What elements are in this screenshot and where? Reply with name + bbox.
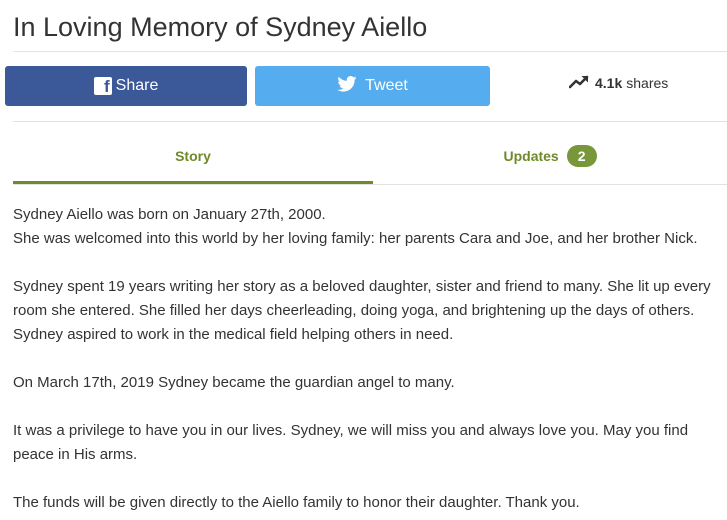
share-count: 4.1k shares [568, 72, 669, 94]
updates-count-badge: 2 [566, 145, 597, 167]
facebook-icon: f [93, 77, 112, 96]
tab-updates-label: Updates [503, 148, 559, 164]
trending-up-icon [568, 75, 589, 92]
facebook-share-button[interactable]: f Share [5, 66, 247, 106]
share-count-value: 4.1k [595, 75, 623, 91]
tab-story-label: Story [175, 148, 211, 164]
story-paragraph: It was a privilege to have you in our li… [13, 422, 689, 463]
story-paragraph: On March 17th, 2019 Sydney became the gu… [13, 374, 455, 391]
story-content: Sydney Aiello was born on January 27th, … [13, 203, 727, 520]
tabs-divider [13, 184, 727, 185]
divider [13, 51, 727, 52]
twitter-tweet-label: Tweet [365, 77, 408, 94]
story-paragraph: Sydney Aiello was born on January 27th, … [13, 206, 698, 247]
twitter-tweet-button[interactable]: Tweet [255, 66, 490, 106]
share-count-suffix: shares [626, 75, 669, 91]
page-title: In Loving Memory of Sydney Aiello [13, 12, 428, 42]
twitter-icon [337, 75, 357, 97]
active-tab-indicator [13, 181, 373, 184]
story-paragraph: Sydney spent 19 years writing her story … [13, 278, 711, 343]
facebook-share-label: Share [115, 77, 159, 94]
tab-story[interactable]: Story [13, 140, 373, 172]
campaign-page: In Loving Memory of Sydney Aiello f Shar… [0, 0, 727, 520]
divider [13, 121, 727, 122]
story-paragraph: The funds will be given directly to the … [13, 494, 580, 511]
tab-updates[interactable]: Updates 2 [373, 140, 727, 172]
